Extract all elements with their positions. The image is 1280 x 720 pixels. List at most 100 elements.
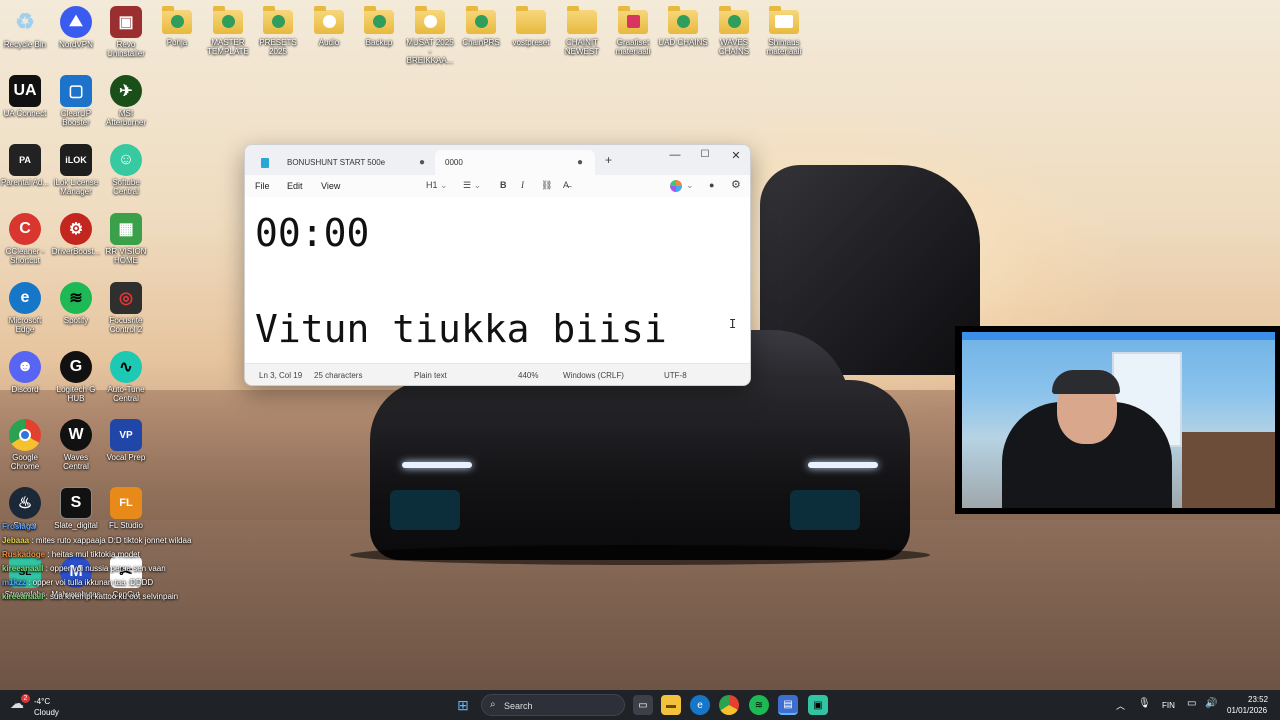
chevron-down-icon[interactable]: ⌄ <box>686 180 694 191</box>
wallpaper-car-headlight-left <box>402 462 472 468</box>
desktop-icon-discord[interactable]: ☻ Discord <box>0 351 50 394</box>
desktop-folder-pohja[interactable]: Pohja <box>152 6 202 47</box>
menu-view[interactable]: View <box>321 181 340 191</box>
status-format[interactable]: Plain text <box>414 371 447 380</box>
desktop-icon-auto-tune-central[interactable]: ∿ Auto-Tune Central <box>101 351 151 403</box>
desktop-icon-rr-vision-home[interactable]: ▦ RR VISION HOME <box>101 213 151 265</box>
chat-nick: kireeanaall <box>2 564 44 573</box>
file-explorer-icon[interactable]: ▬ <box>661 695 681 715</box>
chat-nick: Froslaga <box>2 522 36 531</box>
ilok-icon: iLOK <box>60 144 92 176</box>
status-character-count: 25 characters <box>314 371 363 380</box>
settings-gear-icon[interactable]: ⚙ <box>731 178 741 191</box>
bold-button[interactable]: B <box>500 180 507 190</box>
clock-date[interactable]: 01/01/2026 <box>1227 706 1267 715</box>
desktop-icon-msi-afterburner[interactable]: ✈ MSI Afterburner <box>101 75 151 127</box>
desktop-icon-clearup-booster[interactable]: ▢ ClearUP Booster <box>51 75 101 127</box>
volume-icon[interactable]: 🔊 <box>1205 698 1217 709</box>
desktop-icon-label: Shimaus materiaali <box>766 38 802 56</box>
taskbar: ☁ 2 -4°C Cloudy ⊞ ⌕ Search ▭ ▬ e ≋ ▤ ▣ ︿… <box>0 690 1280 720</box>
chrome-taskbar-icon[interactable] <box>719 695 739 715</box>
fl-studio-icon: FL <box>110 487 142 519</box>
folder-icon <box>263 6 293 34</box>
desktop-icon-focusrite-control[interactable]: ◎ Focusrite Control 2 <box>101 282 151 334</box>
desktop-icon-spotify[interactable]: ≋ Spotify <box>51 282 101 325</box>
webcam-overlay <box>962 332 1275 508</box>
desktop-folder-graafiset[interactable]: Graafiset materiaali <box>608 6 658 56</box>
desktop-icon-driverbooster[interactable]: ⚙ DriverBoost... <box>51 213 101 256</box>
desktop-folder-chainprs[interactable]: ChainPRS <box>456 6 506 47</box>
folder-icon <box>162 6 192 34</box>
desktop-icon-label: UA Connect <box>3 109 47 118</box>
desktop-folder-master-template[interactable]: MASTER TEMPLATE <box>203 6 253 56</box>
desktop-icon-vocal-prep[interactable]: VP Vocal Prep <box>101 419 151 462</box>
desktop-icon-ilok-license-manager[interactable]: iLOK iLok License Manager <box>51 144 101 196</box>
language-indicator[interactable]: FIN <box>1162 701 1175 710</box>
maximize-button[interactable]: ☐ <box>693 149 717 160</box>
taskbar-search[interactable]: ⌕ Search <box>481 694 625 716</box>
desktop-icon-revo-uninstaller[interactable]: ▣ Revo Uninstaller <box>101 6 151 58</box>
desktop-folder-uad-chains[interactable]: UAD CHAINS <box>658 6 708 47</box>
status-line-endings[interactable]: Windows (CRLF) <box>563 371 624 380</box>
clock-time[interactable]: 23:52 <box>1248 695 1268 704</box>
desktop-icon-parental-advisory[interactable]: PA Parental Ad... <box>0 144 50 187</box>
chat-message: kireeanaall : opper voi nussia peraa sen… <box>2 562 191 576</box>
notepad-editor[interactable]: 00:00 Vitun tiukka biisi I <box>245 197 750 363</box>
link-icon[interactable]: ⛓ <box>541 180 552 191</box>
status-encoding[interactable]: UTF-8 <box>664 371 687 380</box>
minimize-button[interactable]: — <box>663 149 687 161</box>
desktop-folder-backup[interactable]: Backup <box>354 6 404 47</box>
menu-file[interactable]: File <box>255 181 270 191</box>
editor-line-1: 00:00 <box>255 211 370 255</box>
clear-formatting-icon[interactable]: A̶ <box>563 180 569 190</box>
softube-central-icon: ☺ <box>110 144 142 176</box>
desktop-icon-softube-central[interactable]: ☺ Softube Central <box>101 144 151 196</box>
desktop-folder-chainit-newest[interactable]: CHAINIT NEWEST <box>557 6 607 56</box>
task-view-icon[interactable]: ▭ <box>633 695 653 715</box>
recycle-bin-icon: ♻ <box>15 9 35 34</box>
desktop-folder-presets-2025[interactable]: PRESETS 2025 <box>253 6 303 56</box>
heading-dropdown[interactable]: H1 ⌄ <box>426 180 448 191</box>
network-icon[interactable]: ▭ <box>1187 698 1196 709</box>
desktop-icon-nordvpn[interactable]: ⛰ NordVPN <box>51 6 101 49</box>
tab-bonushunt[interactable]: BONUSHUNT START 500e ● <box>251 150 437 175</box>
desktop-icon-label: Audio <box>318 38 340 47</box>
desktop-folder-audio[interactable]: Audio <box>304 6 354 47</box>
text-cursor-icon: I <box>729 317 737 331</box>
italic-button[interactable]: I <box>521 180 524 190</box>
desktop-folder-musat-2025[interactable]: MUSAT 2025 - BREIKKAA... <box>405 6 455 65</box>
desktop-icon-ccleaner[interactable]: C CCleaner - Shortcut <box>0 213 50 265</box>
desktop-icon-waves-central[interactable]: W Waves Central <box>51 419 101 471</box>
desktop-icon-logitech-g-hub[interactable]: G Logitech G HUB <box>51 351 101 403</box>
close-button[interactable]: ✕ <box>724 149 748 162</box>
chat-text: : opper voi tulla ikkunan taa :DDDD <box>28 578 154 587</box>
chevron-down-icon: ⌄ <box>473 180 482 190</box>
microphone-icon[interactable]: 🎙 <box>1138 698 1151 709</box>
account-icon[interactable]: ● <box>709 180 714 190</box>
desktop-icon-recycle-bin[interactable]: ♻ Recycle Bin <box>0 6 50 49</box>
chevron-up-icon[interactable]: ︿ <box>1116 699 1125 712</box>
desktop-icon-microsoft-edge[interactable]: e Microsoft Edge <box>0 282 50 334</box>
desktop-folder-waves-chains[interactable]: WAVES CHAINS <box>709 6 759 56</box>
streamlabs-taskbar-icon[interactable]: ▣ <box>808 695 828 715</box>
vocal-prep-icon: VP <box>110 419 142 451</box>
status-zoom[interactable]: 440% <box>518 371 538 380</box>
start-button[interactable]: ⊞ <box>453 695 473 715</box>
desktop-icon-label: Graafiset materiaali <box>615 38 651 56</box>
desktop-icon-ua-connect[interactable]: UA UA Connect <box>0 75 50 118</box>
weather-condition: Cloudy <box>34 708 59 717</box>
edge-taskbar-icon[interactable]: e <box>690 695 710 715</box>
new-tab-button[interactable]: + <box>605 153 612 167</box>
spotify-taskbar-icon[interactable]: ≋ <box>749 695 769 715</box>
notepad-taskbar-icon[interactable]: ▤ <box>778 695 798 715</box>
desktop-folder-shimaus[interactable]: Shimaus materiaali <box>759 6 809 56</box>
copilot-icon[interactable] <box>670 180 682 192</box>
desktop-icon-label: Backup <box>365 38 393 47</box>
list-dropdown[interactable]: ☰ ⌄ <box>463 180 481 191</box>
menu-edit[interactable]: Edit <box>287 181 303 191</box>
desktop-icon-google-chrome[interactable]: Google Chrome <box>0 419 50 471</box>
parental-advisory-icon: PA <box>9 144 41 176</box>
desktop-folder-vostpreset[interactable]: vostpreset <box>506 6 556 47</box>
chat-nick: Ruskadoge <box>2 550 46 559</box>
tab-0000[interactable]: 0000 ● <box>435 150 595 175</box>
